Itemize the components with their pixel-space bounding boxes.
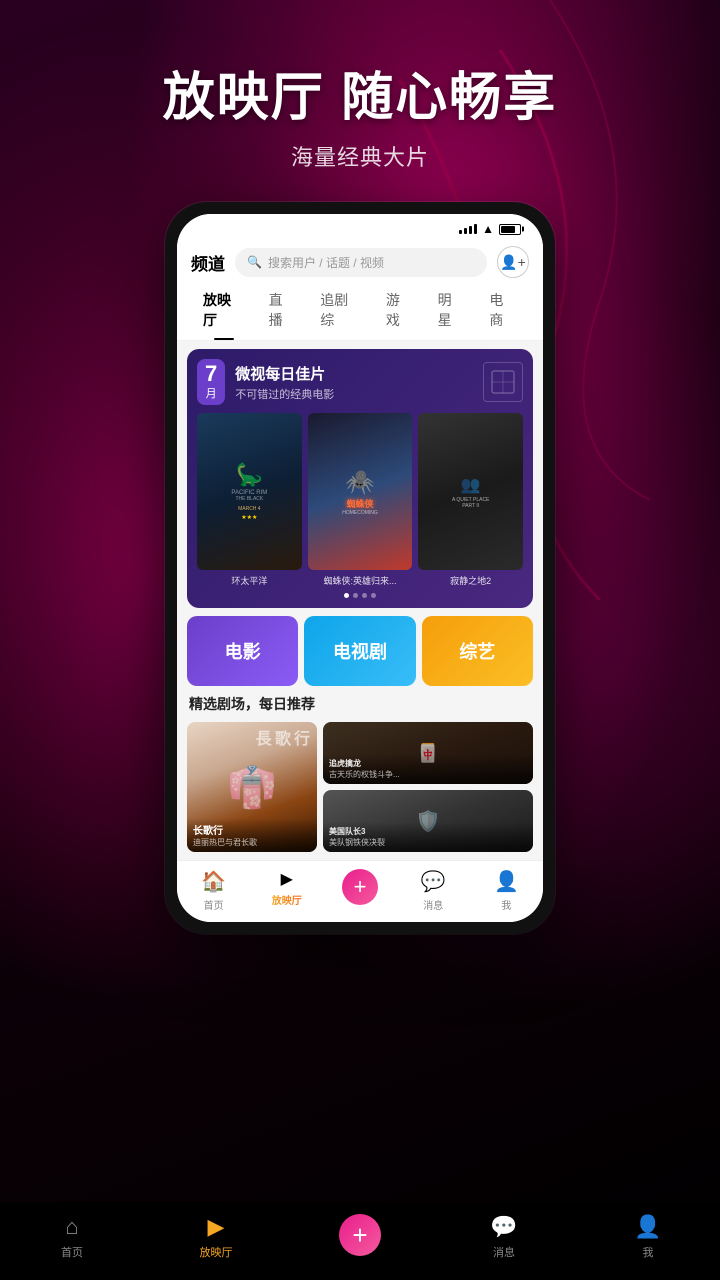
category-tv-label: 电视剧 (333, 638, 387, 664)
date-badge: 7 月 (197, 359, 225, 405)
search-placeholder-text: 搜索用户 / 话题 / 视频 (268, 254, 384, 271)
category-movie-label: 电影 (225, 638, 261, 664)
plus-button[interactable]: + (342, 869, 378, 905)
phone-screen: ▲ 频道 🔍 搜索用户 / 话题 / 视频 👤+ 放映厅 (177, 214, 543, 922)
message-label: 消息 (423, 897, 443, 912)
drama-sub2-cast: 美队钢铁侠决裂 (329, 837, 527, 848)
featured-desc: 不可错过的经典电影 (235, 386, 473, 402)
posters-row: 🦕 PACIFIC RIM THE BLACK MARCH 4 ★★★ (197, 413, 523, 587)
tab-live[interactable]: 直播 (257, 286, 309, 334)
poster-label-spider: 蜘蛛侠:英雄归来... (324, 574, 397, 587)
drama-main-name: 长歌行 (193, 822, 311, 837)
drama-main-info: 长歌行 迪丽热巴与君长歌 (187, 818, 317, 852)
dot-3 (362, 593, 367, 598)
status-icons: ▲ (459, 222, 521, 236)
poster-label-pacific: 环太平洋 (231, 574, 267, 587)
featured-title: 微视每日佳片 (235, 363, 473, 384)
content-area: 7 月 微视每日佳片 不可错过的经典电影 (177, 341, 543, 860)
tab-games[interactable]: 游戏 (374, 286, 426, 334)
app-header: 频道 🔍 搜索用户 / 话题 / 视频 👤+ (177, 240, 543, 286)
me-label: 我 (501, 897, 511, 912)
nav-tabs: 放映厅 直播 追剧综 游戏 明星 电商 (177, 286, 543, 341)
fangying-nav-label: 放映厅 (272, 892, 302, 907)
app-header-title: 频道 (191, 250, 225, 275)
phone-nav-me[interactable]: 👤 我 (470, 869, 543, 912)
drama-card-main[interactable]: 長歌行 👘 长歌行 迪丽热巴与君长歌 (187, 722, 317, 852)
featured-info: 微视每日佳片 不可错过的经典电影 (235, 363, 473, 402)
drama-sub-column: 🀄 追虎擒龙 古天乐的权钱斗争... 🛡 (323, 722, 533, 852)
phone-nav-fangying[interactable]: ▶ 放映厅 (250, 869, 323, 912)
poster-item-pacific[interactable]: 🦕 PACIFIC RIM THE BLACK MARCH 4 ★★★ (197, 413, 302, 587)
featured-logo (483, 362, 523, 402)
tab-fangying[interactable]: 放映厅 (191, 286, 257, 334)
drama-sub1-label: 追虎擒龙 (329, 758, 527, 769)
signal-bars-icon (459, 224, 477, 234)
carousel-dots (197, 593, 523, 598)
search-icon: 🔍 (247, 255, 262, 269)
dot-4 (371, 593, 376, 598)
user-add-button[interactable]: 👤+ (497, 246, 529, 278)
drama-sub1-cast: 古天乐的权钱斗争... (329, 769, 527, 780)
date-unit: 月 (205, 385, 217, 401)
section-header: 精选剧场，每日推荐 (187, 694, 533, 714)
fangying-icon: ▶ (281, 869, 293, 889)
featured-header: 7 月 微视每日佳片 不可错过的经典电影 (197, 359, 523, 405)
drama-main-cast: 迪丽热巴与君长歌 (193, 837, 311, 848)
phone-mockup: ▲ 频道 🔍 搜索用户 / 话题 / 视频 👤+ 放映厅 (165, 202, 555, 934)
tab-stars[interactable]: 明星 (426, 286, 478, 334)
phone-bottom-nav: 🏠 首页 ▶ 放映厅 + 💬 消息 👤 我 (177, 860, 543, 922)
battery-icon (499, 224, 521, 235)
phone-nav-plus[interactable]: + (323, 869, 396, 912)
page-content: 放映厅 随心畅享 海量经典大片 ▲ (0, 0, 720, 1280)
category-variety[interactable]: 综艺 (422, 616, 533, 686)
home-label: 首页 (204, 897, 224, 912)
drama-sub2-info: 美国队长3 美队钢铁侠决裂 (323, 822, 533, 852)
drama-sub2-label: 美国队长3 (329, 826, 527, 837)
message-icon: 💬 (421, 869, 446, 894)
poster-label-quiet: 寂静之地2 (450, 574, 491, 587)
poster-img-pacific: 🦕 PACIFIC RIM THE BLACK MARCH 4 ★★★ (197, 413, 302, 570)
status-bar: ▲ (177, 214, 543, 240)
drama-sub1-info: 追虎擒龙 古天乐的权钱斗争... (323, 754, 533, 784)
home-icon: 🏠 (201, 869, 226, 894)
poster-img-spider: 🕷️ 蜘蛛侠 HOMECOMING (308, 413, 413, 570)
search-bar[interactable]: 🔍 搜索用户 / 话题 / 视频 (235, 248, 487, 277)
category-variety-label: 综艺 (459, 638, 495, 664)
categories: 电影 电视剧 综艺 (187, 616, 533, 686)
featured-card[interactable]: 7 月 微视每日佳片 不可错过的经典电影 (187, 349, 533, 608)
category-tv[interactable]: 电视剧 (304, 616, 415, 686)
user-add-icon: 👤+ (500, 254, 526, 271)
category-movie[interactable]: 电影 (187, 616, 298, 686)
tab-ecommerce[interactable]: 电商 (477, 286, 529, 334)
phone-nav-home[interactable]: 🏠 首页 (177, 869, 250, 912)
dot-2 (353, 593, 358, 598)
poster-item-quiet[interactable]: 👥 A QUIET PLACE PART II 寂静之地2 (418, 413, 523, 587)
drama-card-sub1[interactable]: 🀄 追虎擒龙 古天乐的权钱斗争... (323, 722, 533, 784)
drama-row: 長歌行 👘 长歌行 迪丽热巴与君长歌 (187, 722, 533, 852)
poster-item-spider[interactable]: 🕷️ 蜘蛛侠 HOMECOMING 蜘蛛侠:英雄归来... (308, 413, 413, 587)
wifi-icon: ▲ (482, 222, 494, 236)
me-icon: 👤 (494, 869, 519, 894)
drama-card-sub2[interactable]: 🛡️ 美国队长3 美队钢铁侠决裂 (323, 790, 533, 852)
hero-title: 放映厅 随心畅享 (163, 55, 557, 130)
dot-1 (344, 593, 349, 598)
poster-img-quiet: 👥 A QUIET PLACE PART II (418, 413, 523, 570)
phone-nav-message[interactable]: 💬 消息 (397, 869, 470, 912)
date-num: 7 (205, 363, 217, 385)
tab-dramas[interactable]: 追剧综 (308, 286, 374, 334)
hero-subtitle: 海量经典大片 (291, 140, 429, 172)
